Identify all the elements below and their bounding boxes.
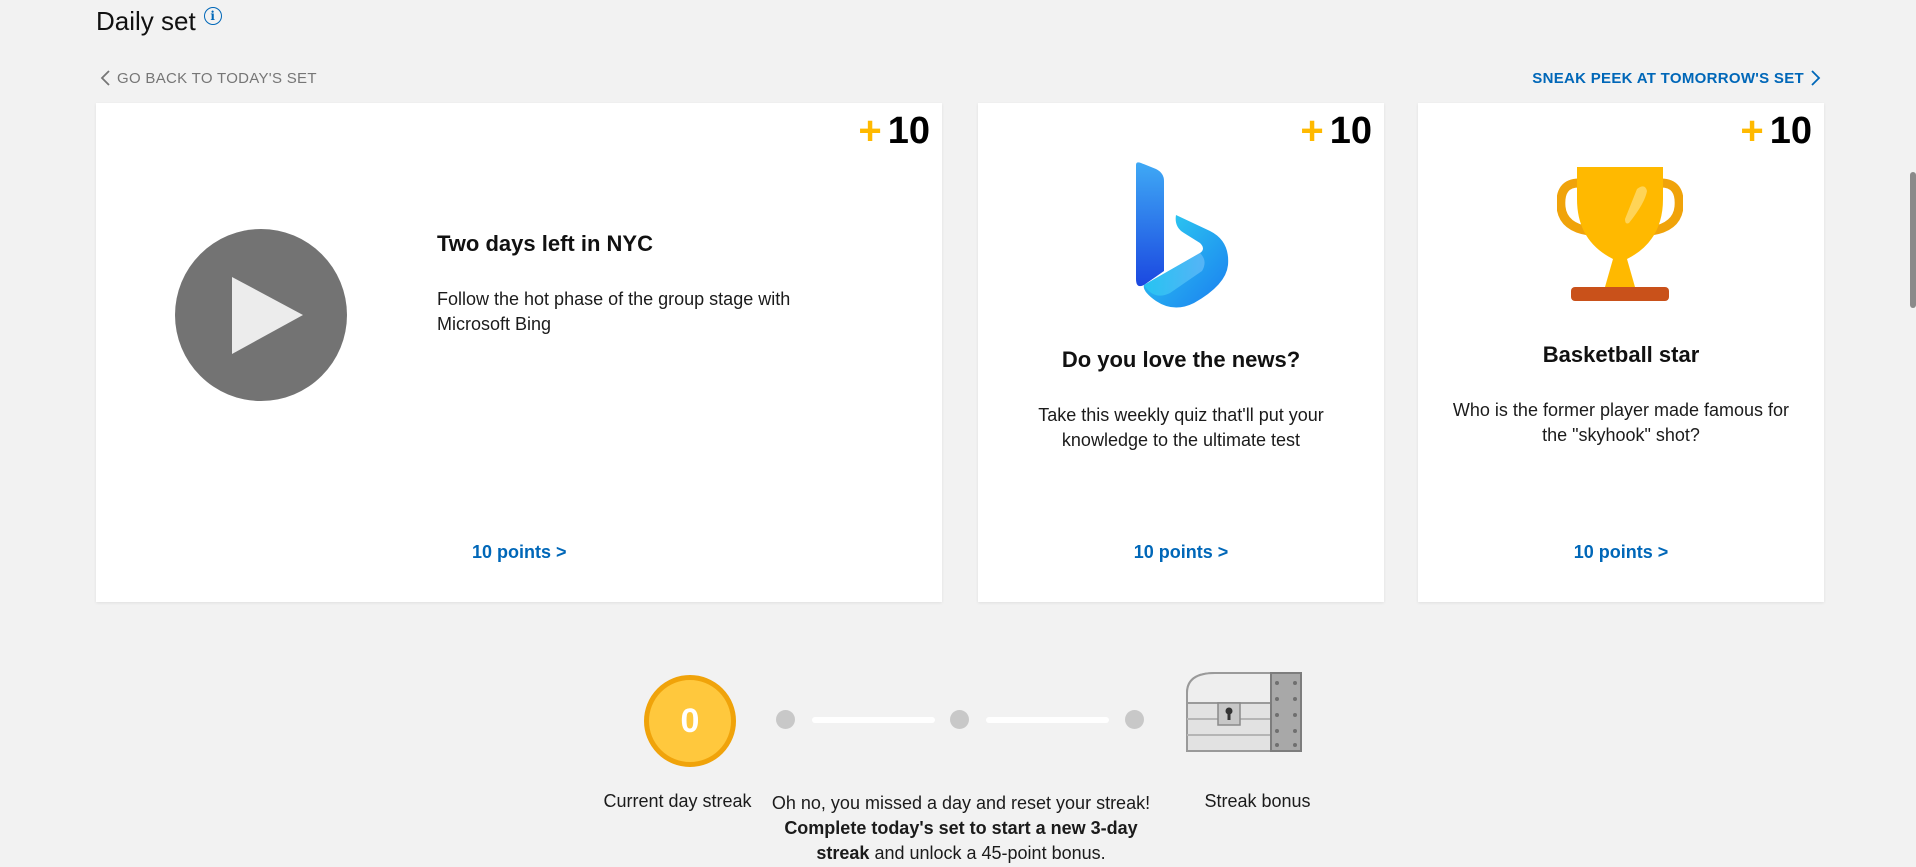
scrollbar-thumb[interactable] — [1910, 172, 1916, 308]
streak-dot — [776, 710, 795, 729]
plus-icon: + — [1740, 109, 1764, 153]
card-points-link[interactable]: 10 points > — [1418, 542, 1824, 563]
treasure-chest-icon — [1186, 672, 1302, 752]
streak-progress-bar — [812, 717, 935, 723]
info-icon[interactable]: i — [203, 6, 222, 25]
daily-set-card-video[interactable]: + 10 Two days left in NYC Follow the hot… — [96, 103, 942, 602]
daily-set-card-basketball[interactable]: + 10 Basketball star Who is the former p… — [1418, 103, 1824, 602]
points-badge: + 10 — [1300, 109, 1372, 154]
streak-dot — [1125, 710, 1144, 729]
card-title: Do you love the news? — [1061, 347, 1301, 372]
section-title-text: Daily set — [96, 6, 196, 36]
card-description: Who is the former player made famous for… — [1452, 400, 1790, 445]
trophy-icon — [1557, 167, 1683, 301]
section-title: Daily set i — [96, 6, 222, 37]
points-badge: + 10 — [858, 109, 930, 154]
current-streak-label: Current day streak — [603, 791, 752, 811]
streak-message: Oh no, you missed a day and reset your s… — [760, 791, 1162, 866]
card-title: Two days left in NYC — [437, 231, 653, 256]
card-points-link[interactable]: 10 points > — [96, 542, 942, 563]
play-icon[interactable] — [175, 229, 347, 401]
go-back-link[interactable]: GO BACK TO TODAY'S SET — [99, 69, 317, 87]
card-description: Follow the hot phase of the group stage … — [437, 289, 791, 334]
bing-logo-icon — [1136, 162, 1229, 308]
streak-dot — [950, 710, 969, 729]
card-title: Basketball star — [1542, 342, 1700, 367]
card-description: Take this weekly quiz that'll put your k… — [1038, 405, 1324, 450]
chevron-left-icon — [100, 70, 110, 86]
daily-set-card-news-quiz[interactable]: + 10 Do you love the news? Take this wee… — [978, 103, 1384, 602]
points-value: 10 — [887, 110, 930, 152]
plus-icon: + — [858, 109, 882, 153]
chevron-right-icon — [1811, 70, 1821, 86]
points-badge: + 10 — [1740, 109, 1812, 154]
points-value: 10 — [1329, 110, 1372, 152]
play-triangle — [232, 277, 303, 354]
streak-message-text: Oh no, you missed a day and reset your s… — [771, 793, 1151, 813]
streak-count-coin: 0 — [644, 675, 736, 767]
sneak-peek-label: SNEAK PEEK AT TOMORROW'S SET — [1532, 69, 1804, 87]
points-value: 10 — [1769, 110, 1812, 152]
rewards-page: Daily set i GO BACK TO TODAY'S SET SNEAK… — [0, 0, 1916, 867]
card-points-link[interactable]: 10 points > — [978, 542, 1384, 563]
plus-icon: + — [1300, 109, 1324, 153]
streak-progress-bar — [986, 717, 1109, 723]
streak-message-text-end: and unlock a 45-point bonus. — [869, 843, 1106, 863]
go-back-label: GO BACK TO TODAY'S SET — [117, 69, 317, 87]
sneak-peek-link[interactable]: SNEAK PEEK AT TOMORROW'S SET — [1532, 69, 1822, 87]
streak-bonus-label: Streak bonus — [1204, 791, 1311, 811]
